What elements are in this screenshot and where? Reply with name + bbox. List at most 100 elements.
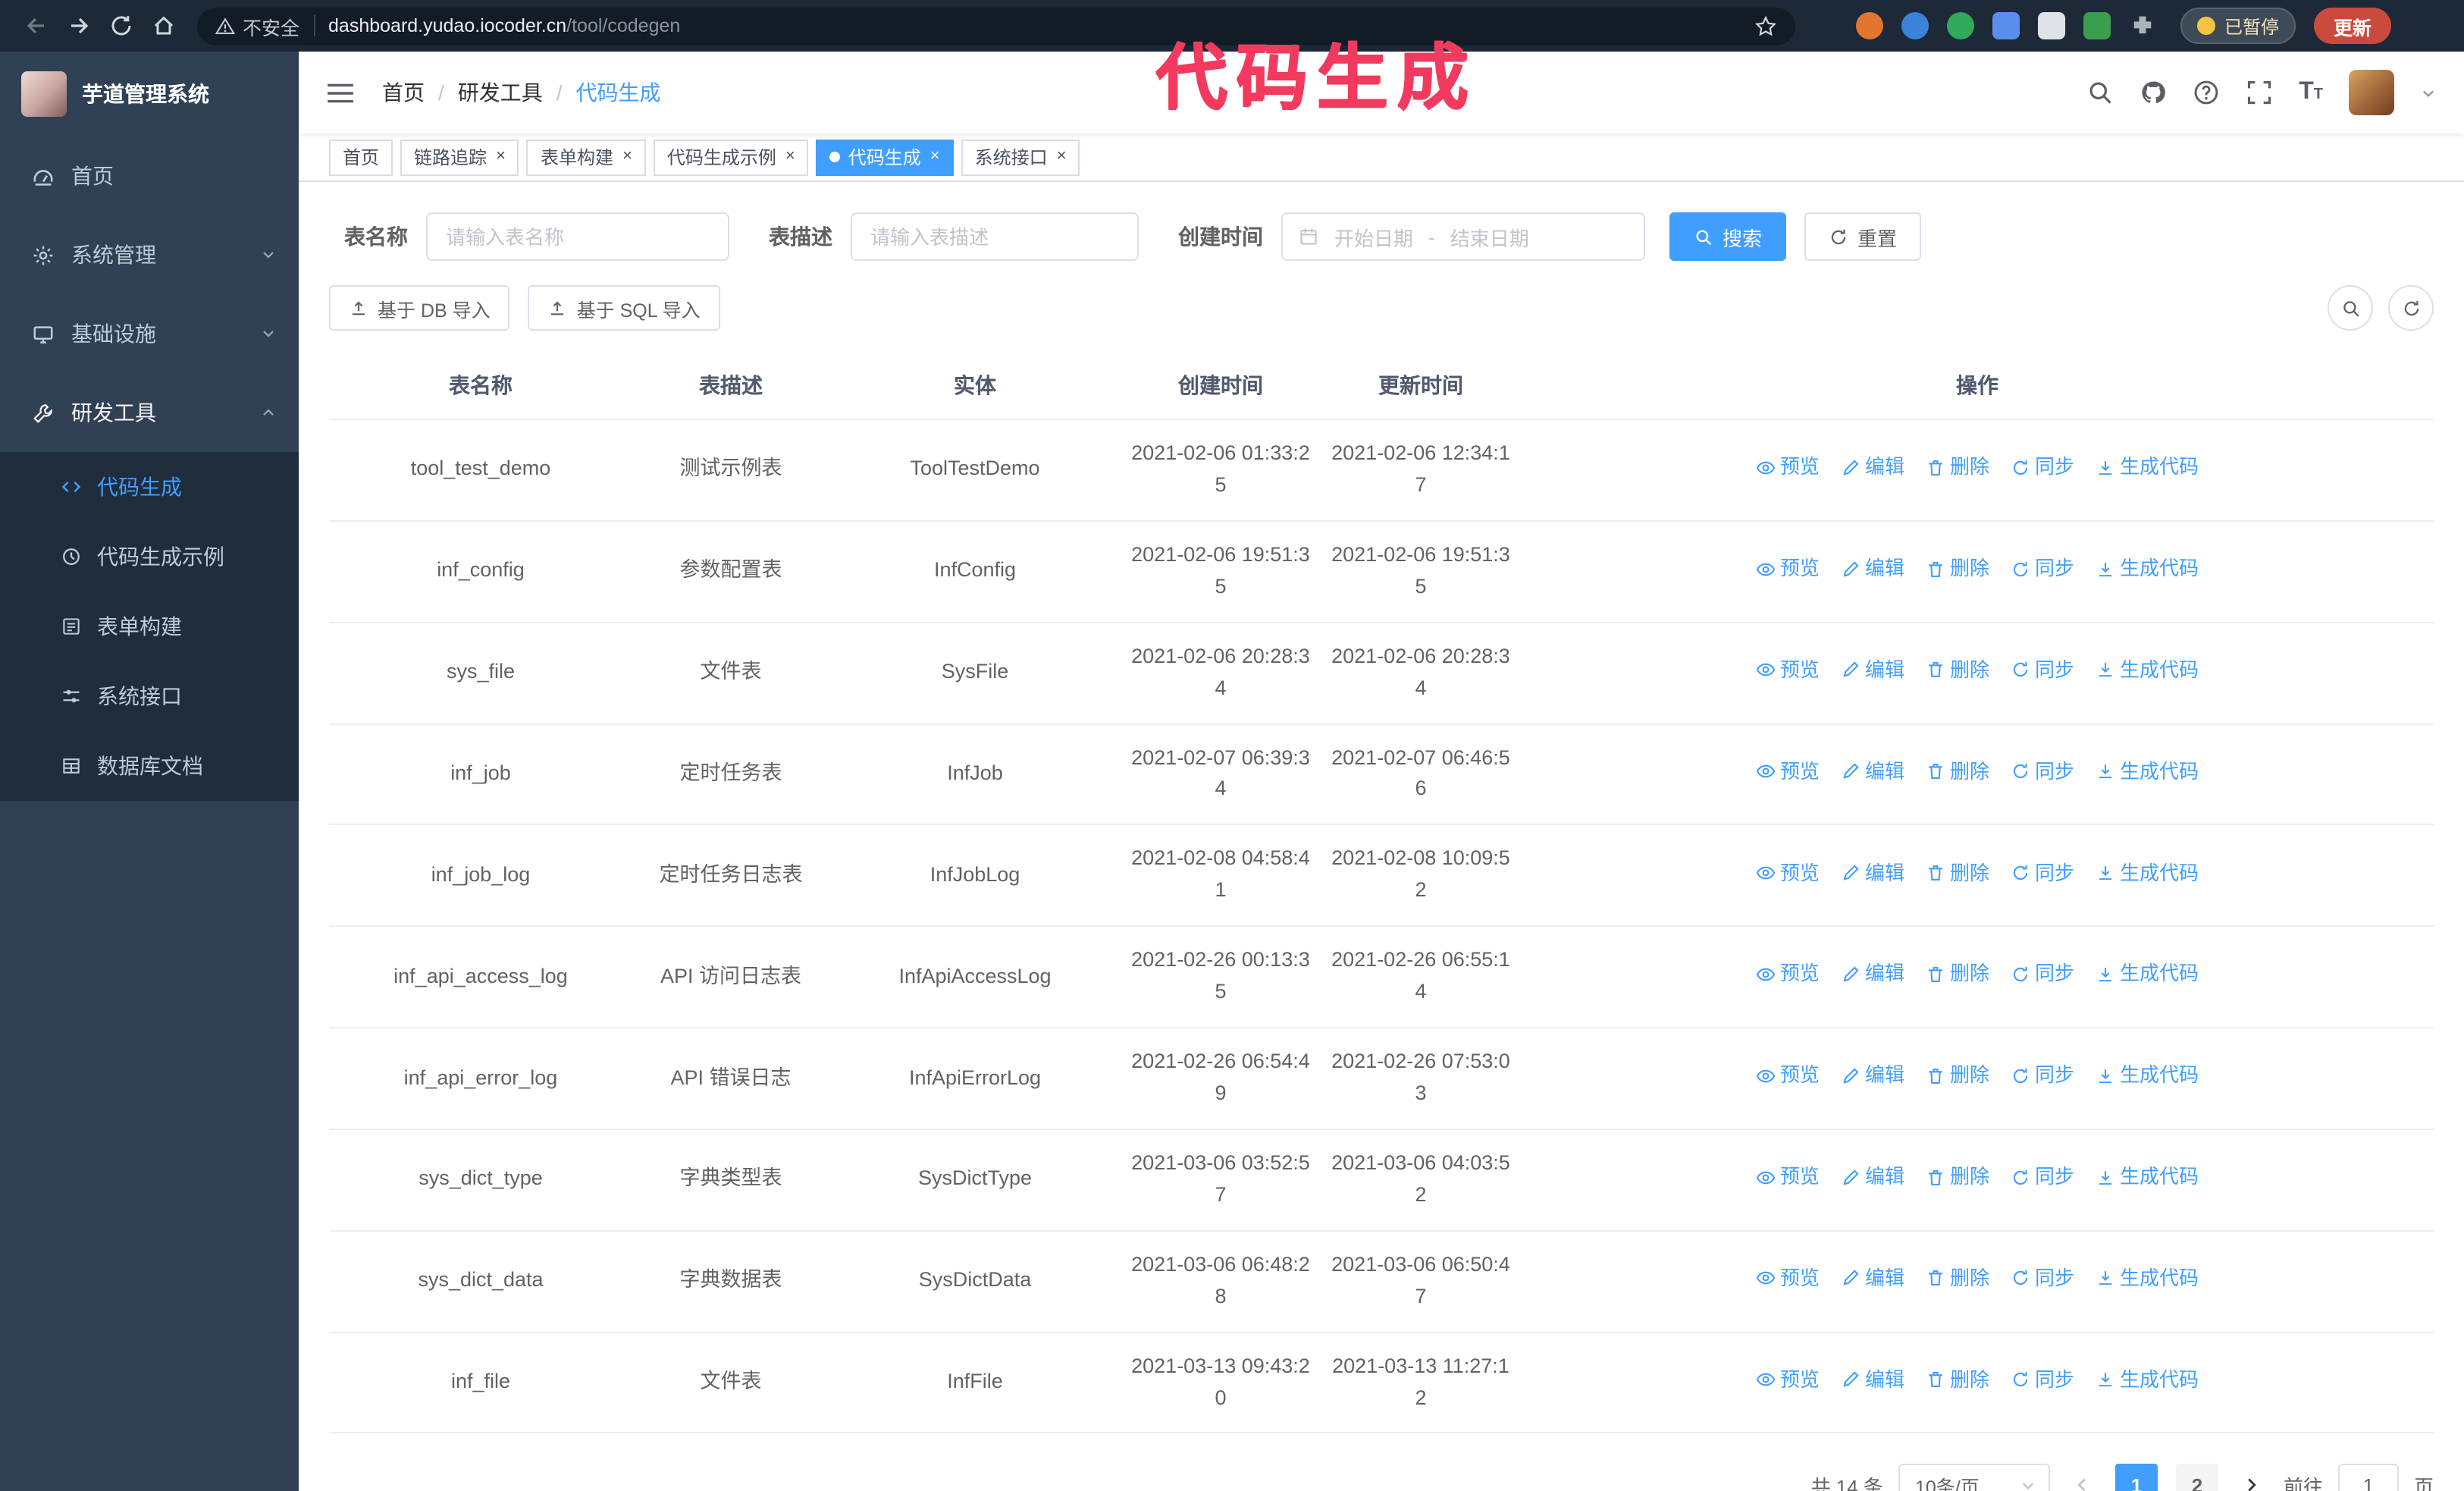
table-name-input[interactable] [426, 212, 729, 261]
not-secure-warning[interactable]: 不安全 [215, 11, 299, 40]
toggle-search-button[interactable] [2328, 285, 2373, 331]
action-sync[interactable]: 同步 [2011, 655, 2074, 686]
action-delete[interactable]: 删除 [1926, 655, 1989, 686]
action-preview[interactable]: 预览 [1756, 1162, 1820, 1192]
action-generate-code[interactable]: 生成代码 [2096, 1060, 2199, 1091]
reset-button[interactable]: 重置 [1804, 212, 1922, 261]
action-generate-code[interactable]: 生成代码 [2096, 452, 2199, 482]
bookmark-star-icon[interactable] [1754, 14, 1777, 37]
action-sync[interactable]: 同步 [2011, 959, 2074, 990]
action-delete[interactable]: 删除 [1926, 858, 1989, 888]
action-generate-code[interactable]: 生成代码 [2096, 858, 2199, 888]
reload-icon[interactable] [100, 5, 143, 47]
action-generate-code[interactable]: 生成代码 [2096, 1365, 2199, 1395]
sidebar-item-form-builder[interactable]: 表单构建 [0, 592, 299, 661]
action-sync[interactable]: 同步 [2011, 554, 2074, 584]
action-preview[interactable]: 预览 [1756, 1365, 1820, 1395]
back-icon[interactable] [15, 5, 58, 47]
action-delete[interactable]: 删除 [1926, 1263, 1989, 1294]
extension-icon-1[interactable] [1856, 12, 1883, 39]
import-sql-button[interactable]: 基于 SQL 导入 [528, 285, 720, 331]
action-generate-code[interactable]: 生成代码 [2096, 655, 2199, 686]
puzzle-extension-icon[interactable] [2129, 12, 2156, 39]
search-button[interactable]: 搜索 [1669, 212, 1787, 261]
page-size-select[interactable]: 10条/页 [1898, 1464, 2050, 1491]
github-icon[interactable] [2140, 79, 2167, 106]
tab-item[interactable]: 代码生成 × [816, 139, 954, 175]
action-edit[interactable]: 编辑 [1841, 756, 1904, 786]
avatar[interactable] [2349, 70, 2394, 115]
sidebar-item-api[interactable]: 系统接口 [0, 661, 299, 731]
action-preview[interactable]: 预览 [1756, 1263, 1820, 1294]
address-bar[interactable]: 不安全 dashboard.yudao.iocoder.cn/tool/code… [197, 7, 1795, 45]
goto-page-input[interactable] [2337, 1464, 2399, 1491]
action-preview[interactable]: 预览 [1756, 1060, 1820, 1091]
chevron-down-icon[interactable] [2420, 84, 2437, 101]
action-edit[interactable]: 编辑 [1841, 1365, 1904, 1395]
update-button[interactable]: 更新 [2314, 8, 2392, 44]
extension-icon-4[interactable] [1992, 12, 2020, 39]
action-edit[interactable]: 编辑 [1841, 1263, 1904, 1294]
action-sync[interactable]: 同步 [2011, 1162, 2074, 1192]
action-delete[interactable]: 删除 [1926, 1060, 1989, 1091]
breadcrumb-item[interactable]: 首页 [382, 77, 425, 108]
home-icon[interactable] [143, 5, 185, 47]
tab-item[interactable]: 首页 [329, 139, 393, 175]
action-edit[interactable]: 编辑 [1841, 1060, 1904, 1091]
action-edit[interactable]: 编辑 [1841, 554, 1904, 584]
action-delete[interactable]: 删除 [1926, 1365, 1989, 1395]
paused-badge[interactable]: 已暂停 [2180, 8, 2296, 44]
help-icon[interactable] [2193, 79, 2220, 106]
action-edit[interactable]: 编辑 [1841, 858, 1904, 888]
action-delete[interactable]: 删除 [1926, 1162, 1989, 1192]
action-sync[interactable]: 同步 [2011, 452, 2074, 482]
refresh-table-button[interactable] [2388, 285, 2434, 331]
close-icon[interactable]: × [1057, 148, 1067, 165]
sidebar-item-system[interactable]: 系统管理 [0, 215, 299, 294]
extension-icon-3[interactable] [1947, 12, 1974, 39]
tab-item[interactable]: 系统接口 × [961, 139, 1080, 175]
sidebar-item-codegen-example[interactable]: 代码生成示例 [0, 522, 299, 592]
breadcrumb-item[interactable]: 研发工具 [458, 77, 543, 108]
close-icon[interactable]: × [622, 148, 632, 165]
date-range-picker[interactable]: 开始日期 - 结束日期 [1281, 212, 1645, 261]
action-generate-code[interactable]: 生成代码 [2096, 554, 2199, 584]
sidebar-item-db-doc[interactable]: 数据库文档 [0, 731, 299, 801]
prev-page-button[interactable] [2065, 1464, 2099, 1491]
action-sync[interactable]: 同步 [2011, 1365, 2074, 1395]
import-db-button[interactable]: 基于 DB 导入 [329, 285, 510, 331]
tab-item[interactable]: 代码生成示例 × [653, 139, 809, 175]
action-preview[interactable]: 预览 [1756, 655, 1820, 686]
action-delete[interactable]: 删除 [1926, 554, 1989, 584]
tab-item[interactable]: 链路追踪 × [400, 139, 519, 175]
action-edit[interactable]: 编辑 [1841, 959, 1904, 990]
sidebar-item-codegen[interactable]: 代码生成 [0, 452, 299, 522]
search-icon[interactable] [2086, 79, 2114, 106]
action-edit[interactable]: 编辑 [1841, 655, 1904, 686]
sidebar-item-devtools[interactable]: 研发工具 [0, 373, 299, 452]
action-delete[interactable]: 删除 [1926, 756, 1989, 786]
action-generate-code[interactable]: 生成代码 [2096, 1263, 2199, 1294]
next-page-button[interactable] [2235, 1464, 2268, 1491]
action-preview[interactable]: 预览 [1756, 959, 1820, 990]
action-delete[interactable]: 删除 [1926, 959, 1989, 990]
sidebar-item-home[interactable]: 首页 [0, 137, 299, 215]
font-size-icon[interactable]: TT [2299, 80, 2323, 105]
logo-row[interactable]: 芋道管理系统 [0, 52, 299, 137]
close-icon[interactable]: × [930, 148, 940, 165]
action-preview[interactable]: 预览 [1756, 756, 1820, 786]
action-sync[interactable]: 同步 [2011, 756, 2074, 786]
page-number-2[interactable]: 2 [2175, 1464, 2218, 1491]
sidebar-item-infra[interactable]: 基础设施 [0, 294, 299, 373]
extension-icon-2[interactable] [1901, 12, 1929, 39]
table-desc-input[interactable] [851, 212, 1139, 261]
forward-icon[interactable] [58, 5, 100, 47]
action-preview[interactable]: 预览 [1756, 858, 1820, 888]
action-preview[interactable]: 预览 [1756, 554, 1820, 584]
close-icon[interactable]: × [785, 148, 795, 165]
action-edit[interactable]: 编辑 [1841, 1162, 1904, 1192]
hamburger-icon[interactable] [326, 80, 355, 105]
action-edit[interactable]: 编辑 [1841, 452, 1904, 482]
extension-icon-6[interactable] [2083, 12, 2111, 39]
close-icon[interactable]: × [496, 148, 506, 165]
